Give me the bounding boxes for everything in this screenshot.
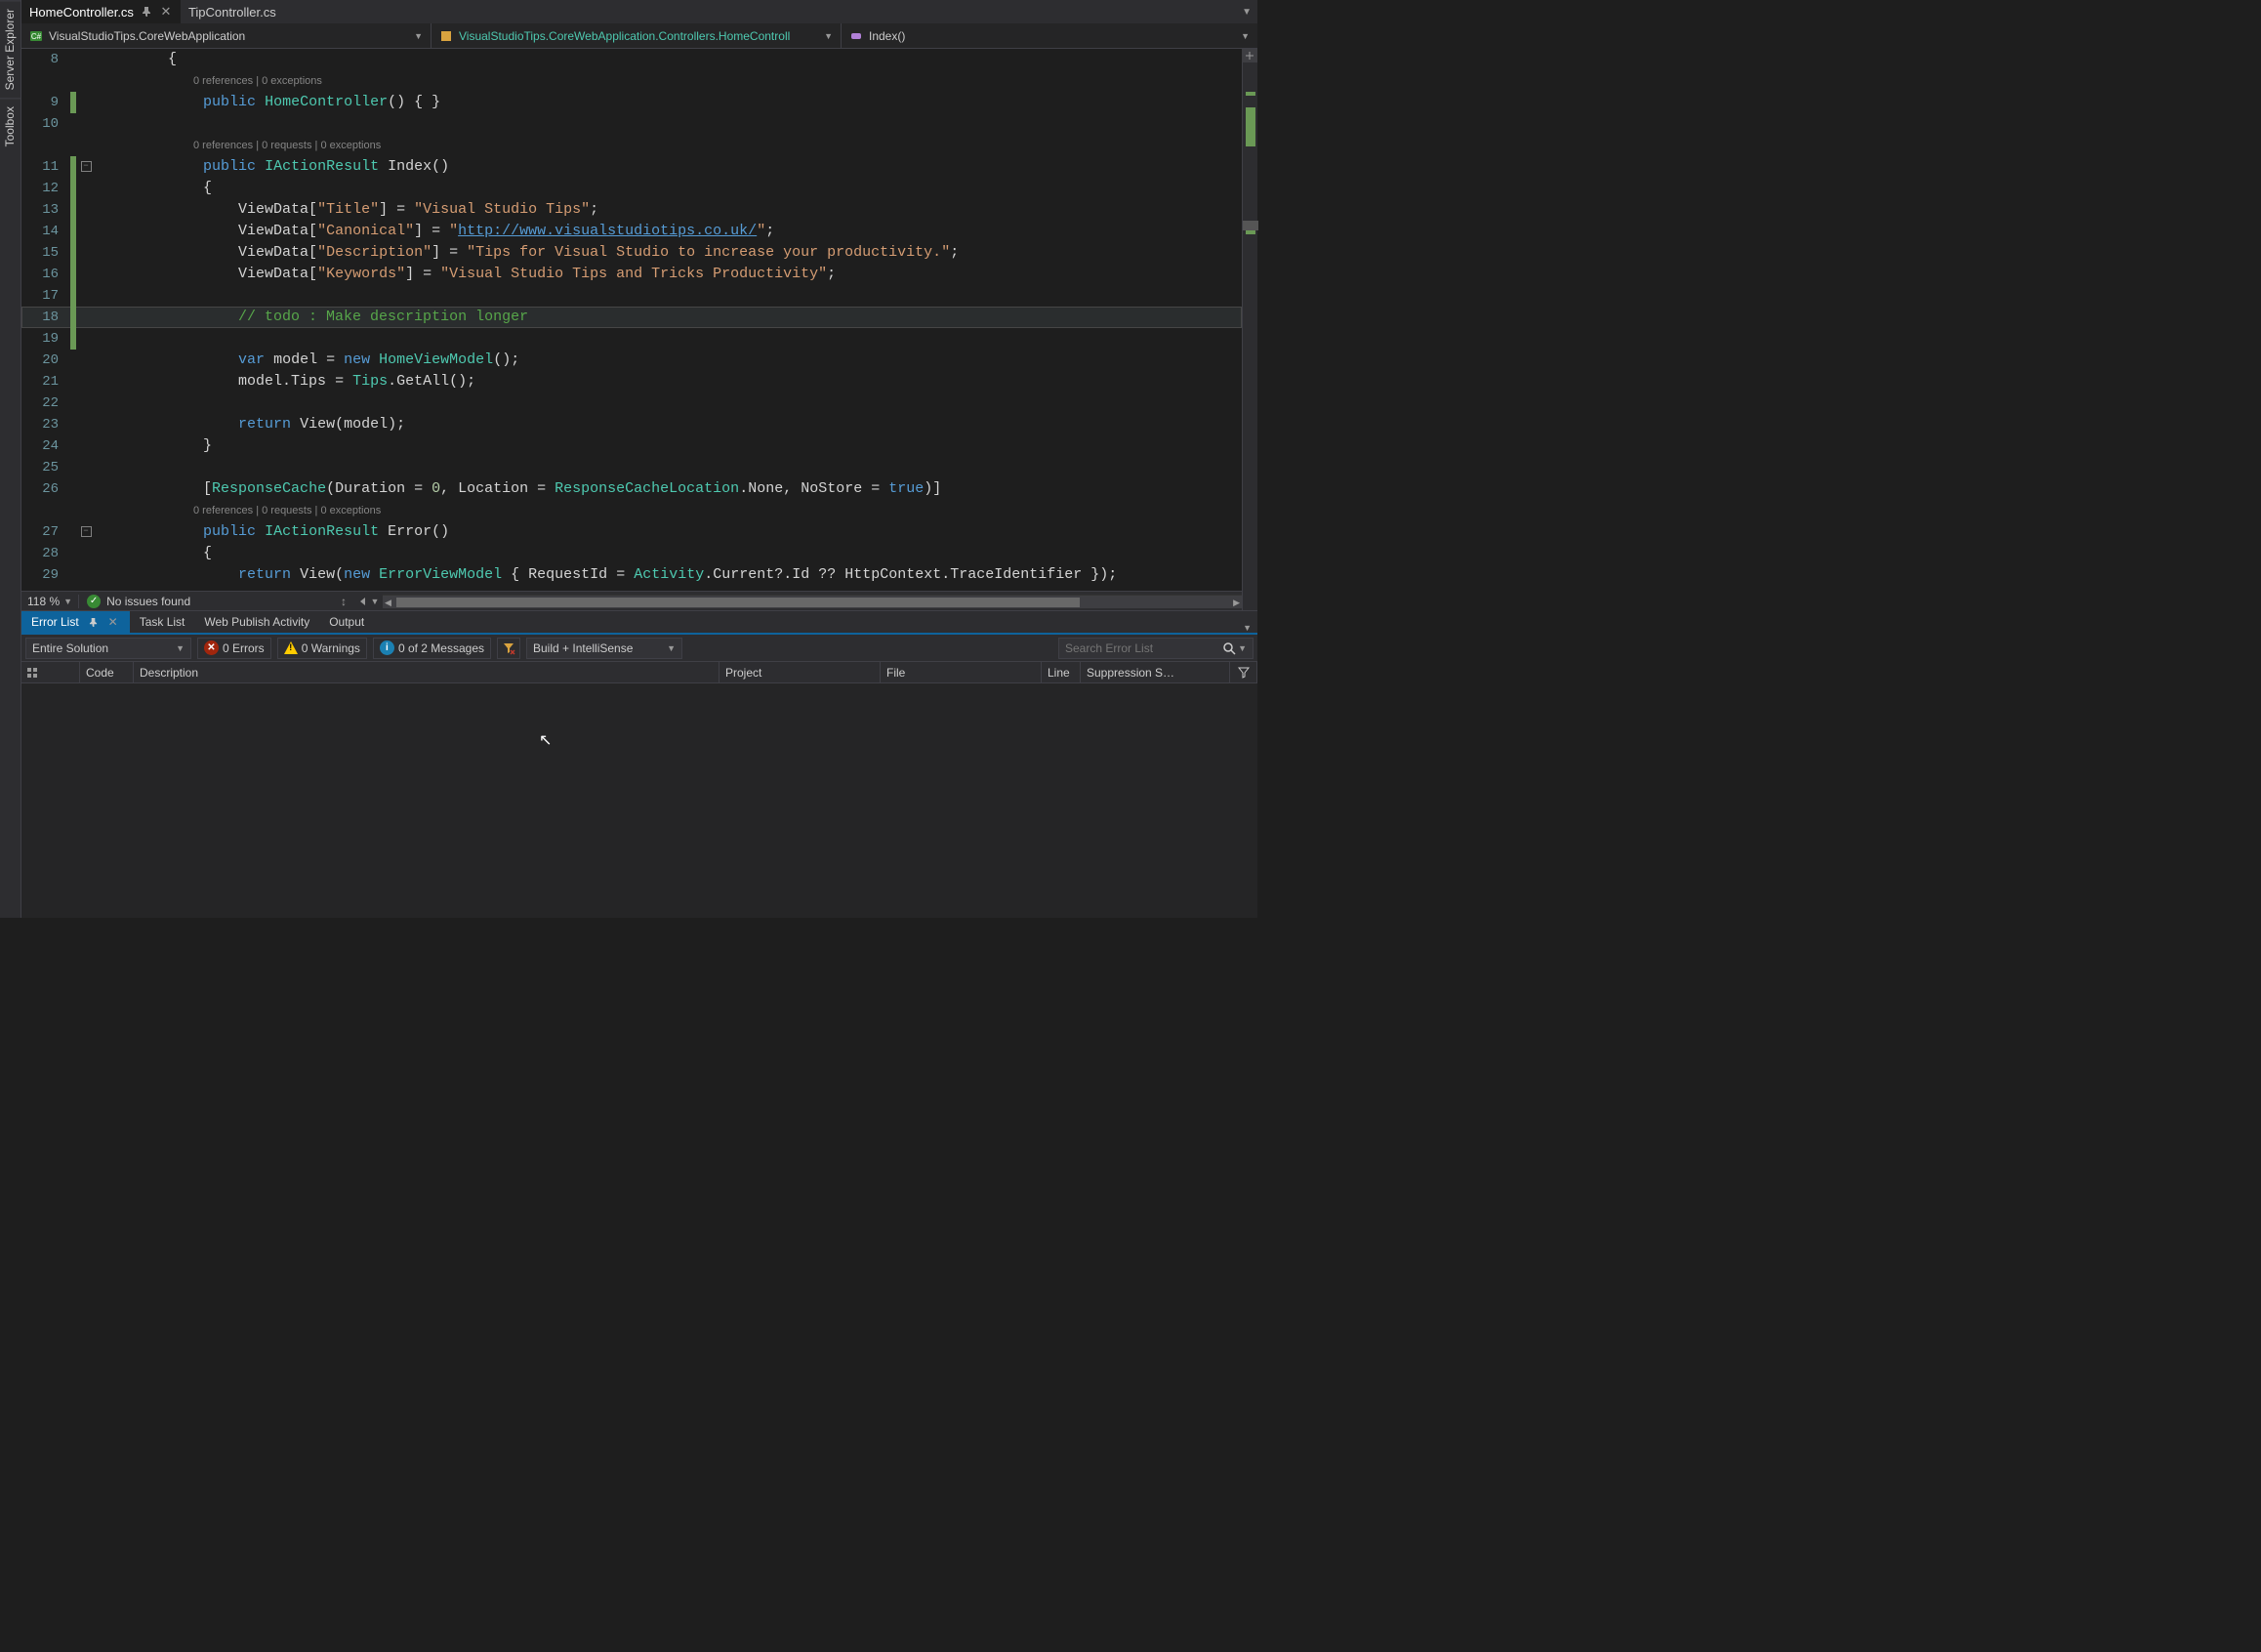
filter-icon	[1238, 667, 1250, 679]
chevron-down-icon: ▼	[1241, 31, 1250, 41]
clear-filters-button[interactable]	[497, 638, 520, 659]
nav-type-text: VisualStudioTips.CoreWebApplication.Cont…	[459, 29, 818, 43]
error-icon: ✕	[204, 640, 219, 655]
errorlist-search[interactable]: ▼	[1058, 638, 1254, 659]
viewport-indicator	[1243, 221, 1258, 230]
tab-output[interactable]: Output	[319, 611, 374, 633]
svg-text:C#: C#	[31, 32, 42, 41]
issues-indicator[interactable]: ✓ No issues found	[78, 595, 198, 608]
zoom-dropdown[interactable]: 118 % ▼	[21, 595, 78, 608]
chevron-down-icon[interactable]: ▼	[371, 597, 380, 606]
errorlist-toolbar: Entire Solution ▼ ✕ 0 Errors 0 Warnings …	[21, 635, 1257, 662]
outline-collapse-icon[interactable]: −	[81, 161, 92, 172]
document-tab-bar: HomeController.cs ✕ TipController.cs ▼	[21, 0, 1257, 23]
line-endings-icon[interactable]: ↕	[334, 595, 353, 608]
class-icon	[439, 29, 453, 43]
code-editor[interactable]: 8 { 0 references | 0 exceptions 9 public…	[21, 49, 1242, 591]
navigation-bar: C# VisualStudioTips.CoreWebApplication ▼…	[21, 23, 1257, 49]
close-icon[interactable]: ✕	[159, 5, 173, 19]
chevron-down-icon: ▼	[63, 597, 72, 606]
category-icon	[27, 668, 37, 678]
col-suppression[interactable]: Suppression S…	[1081, 662, 1230, 682]
tab-web-publish-activity[interactable]: Web Publish Activity	[194, 611, 319, 633]
info-icon: i	[380, 640, 394, 655]
col-description[interactable]: Description	[134, 662, 719, 682]
col-line[interactable]: Line	[1042, 662, 1081, 682]
errorlist-columns: Code Description Project File Line Suppr…	[21, 662, 1257, 683]
col-filter-button[interactable]	[1230, 662, 1257, 682]
pin-icon[interactable]	[140, 5, 153, 19]
tab-home-controller[interactable]: HomeController.cs ✕	[21, 0, 181, 23]
current-line: 18 // todo : Make description longer	[21, 307, 1242, 328]
col-project[interactable]: Project	[719, 662, 881, 682]
outline-collapse-icon[interactable]: −	[81, 526, 92, 537]
method-icon	[849, 29, 863, 43]
codelens[interactable]: 0 references | 0 requests | 0 exceptions	[94, 135, 381, 156]
search-icon	[1222, 641, 1236, 655]
pin-icon[interactable]	[87, 615, 101, 629]
tab-task-list[interactable]: Task List	[130, 611, 195, 633]
split-button[interactable]	[1242, 49, 1257, 62]
codelens[interactable]: 0 references | 0 exceptions	[94, 70, 322, 92]
server-explorer-vtab[interactable]: Server Explorer	[0, 0, 21, 98]
overview-ruler[interactable]	[1242, 49, 1257, 610]
chevron-down-icon: ▼	[414, 31, 423, 41]
warning-icon	[284, 641, 298, 654]
scope-dropdown[interactable]: Entire Solution ▼	[25, 638, 191, 659]
col-code[interactable]: Code	[80, 662, 134, 682]
errorlist-body[interactable]: ↖	[21, 683, 1257, 918]
messages-filter-button[interactable]: i 0 of 2 Messages	[373, 638, 491, 659]
tab-overflow[interactable]: ▼	[1242, 7, 1257, 18]
col-file[interactable]: File	[881, 662, 1042, 682]
nav-member-text: Index()	[869, 29, 1235, 43]
chevron-down-icon[interactable]: ▼	[1238, 643, 1247, 653]
csharp-project-icon: C#	[29, 29, 43, 43]
build-intellisense-dropdown[interactable]: Build + IntelliSense ▼	[526, 638, 682, 659]
mouse-cursor: ↖	[539, 730, 553, 750]
nav-back-icon[interactable]	[357, 596, 369, 607]
tab-tip-controller[interactable]: TipController.cs	[181, 0, 284, 23]
warnings-filter-button[interactable]: 0 Warnings	[277, 638, 367, 659]
errorlist-search-input[interactable]	[1065, 641, 1222, 655]
zoom-value: 118 %	[27, 595, 60, 608]
nav-scope-dropdown[interactable]: C# VisualStudioTips.CoreWebApplication ▼	[21, 23, 432, 48]
errors-filter-button[interactable]: ✕ 0 Errors	[197, 638, 271, 659]
left-tool-strip: Server Explorer Toolbox	[0, 0, 21, 918]
editor-area: 8 { 0 references | 0 exceptions 9 public…	[21, 49, 1257, 610]
toolbox-vtab[interactable]: Toolbox	[0, 98, 21, 154]
col-icon[interactable]	[21, 662, 80, 682]
horizontal-scrollbar[interactable]: ◀ ▶	[383, 595, 1242, 608]
clear-filter-icon	[502, 641, 515, 655]
codelens[interactable]: 0 references | 0 requests | 0 exceptions	[94, 500, 381, 521]
ok-check-icon: ✓	[87, 595, 101, 608]
tab-label: TipController.cs	[188, 5, 276, 20]
editor-status-strip: 118 % ▼ ✓ No issues found ↕ ▼ ◀ ▶	[21, 591, 1242, 610]
panel-overflow[interactable]: ▼	[1243, 623, 1257, 633]
issues-text: No issues found	[106, 595, 190, 608]
chevron-down-icon: ▼	[667, 643, 676, 653]
chevron-down-icon: ▼	[824, 31, 833, 41]
tab-error-list[interactable]: Error List ✕	[21, 611, 130, 633]
nav-scope-text: VisualStudioTips.CoreWebApplication	[49, 29, 408, 43]
tab-label: HomeController.cs	[29, 5, 134, 20]
chevron-down-icon: ▼	[176, 643, 185, 653]
nav-member-dropdown[interactable]: Index() ▼	[842, 23, 1257, 48]
bottom-tab-strip: Error List ✕ Task List Web Publish Activ…	[21, 611, 1257, 635]
bottom-panel: Error List ✕ Task List Web Publish Activ…	[21, 610, 1257, 918]
nav-type-dropdown[interactable]: VisualStudioTips.CoreWebApplication.Cont…	[432, 23, 842, 48]
close-icon[interactable]: ✕	[106, 615, 120, 629]
